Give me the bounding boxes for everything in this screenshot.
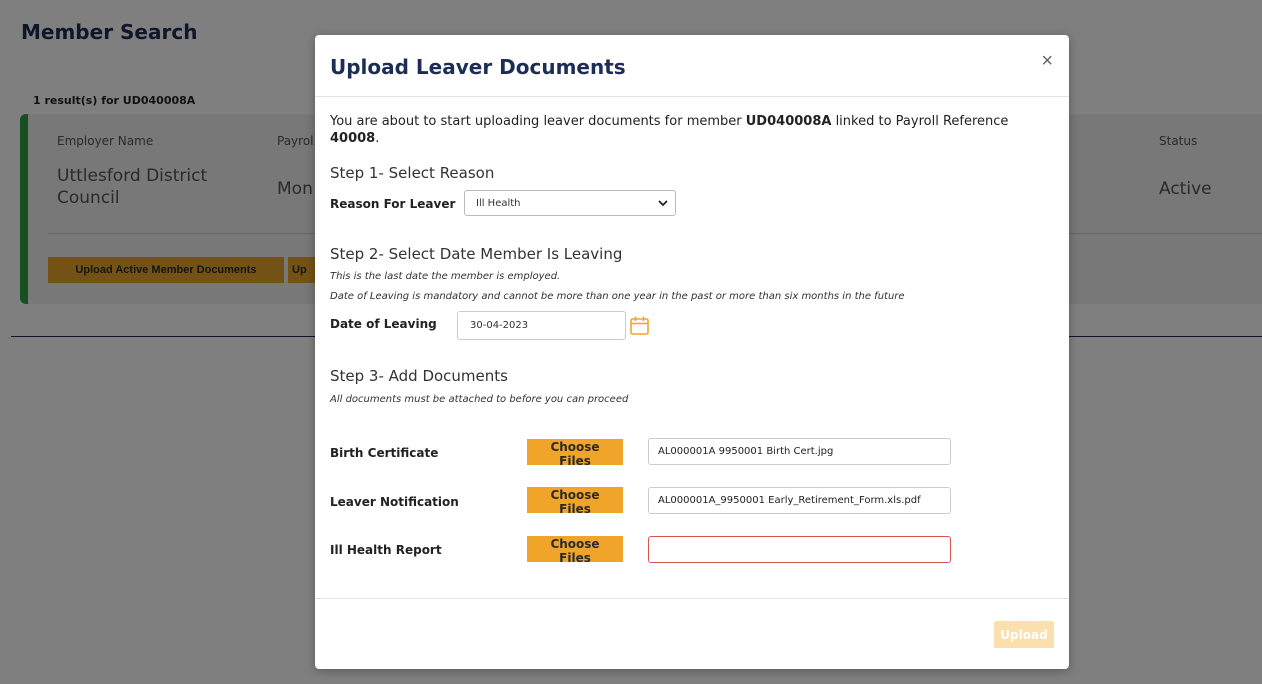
- reason-select[interactable]: Ill Health: [464, 190, 676, 216]
- step1-heading: Step 1- Select Reason: [330, 164, 495, 182]
- payroll-reference: 40008: [330, 131, 376, 146]
- birth-certificate-label: Birth Certificate: [330, 446, 439, 460]
- upload-leaver-documents-modal: Upload Leaver Documents × You are about …: [315, 35, 1069, 669]
- date-of-leaving-input[interactable]: [457, 311, 626, 340]
- step2-heading: Step 2- Select Date Member Is Leaving: [330, 245, 623, 263]
- intro-text: You are about to start uploading leaver …: [330, 114, 1009, 146]
- date-of-leaving-label: Date of Leaving: [330, 317, 437, 331]
- birth-certificate-file-field[interactable]: [648, 438, 951, 465]
- modal-footer-divider: [315, 598, 1069, 599]
- upload-button[interactable]: Upload: [994, 621, 1054, 648]
- ill-health-report-label: Ill Health Report: [330, 543, 442, 557]
- calendar-icon[interactable]: [629, 315, 650, 336]
- step3-heading: Step 3- Add Documents: [330, 367, 508, 385]
- modal-header-divider: [315, 96, 1069, 97]
- reason-label: Reason For Leaver: [330, 197, 456, 211]
- birth-certificate-choose-files-button[interactable]: Choose Files: [527, 439, 623, 468]
- step2-hint-2: Date of Leaving is mandatory and cannot …: [330, 291, 905, 302]
- leaver-notification-label: Leaver Notification: [330, 495, 459, 509]
- reason-selected-value: Ill Health: [476, 198, 521, 209]
- modal-title: Upload Leaver Documents: [330, 55, 626, 79]
- step2-hint-1: This is the last date the member is empl…: [330, 271, 561, 282]
- leaver-notification-file-field[interactable]: [648, 487, 951, 514]
- ill-health-report-file-field[interactable]: [648, 536, 951, 563]
- leaver-notification-choose-files-button[interactable]: Choose Files: [527, 487, 623, 516]
- member-id: UD040008A: [745, 114, 832, 129]
- chevron-down-icon: [658, 200, 668, 207]
- close-icon[interactable]: ×: [1041, 51, 1053, 71]
- ill-health-report-choose-files-button[interactable]: Choose Files: [527, 536, 623, 565]
- step3-hint: All documents must be attached to before…: [330, 394, 629, 405]
